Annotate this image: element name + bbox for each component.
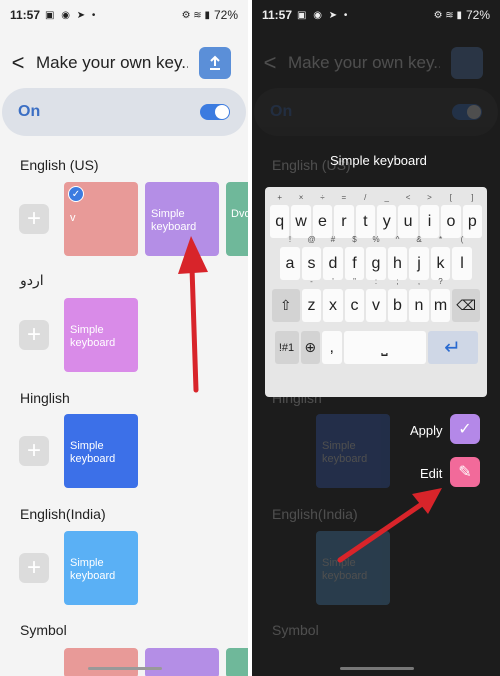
preview-screen: 11:57 ▣ ◉ ➤ • ⚙ ≋ ▮ 72% < Make your own …: [252, 0, 500, 676]
annotation-arrow-left: [178, 236, 208, 393]
annotation-arrow-right: [337, 488, 442, 563]
settings-screen: 11:57 ▣ ◉ ➤ • ⚙ ≋ ▮ 72% < Make your own …: [0, 0, 248, 676]
